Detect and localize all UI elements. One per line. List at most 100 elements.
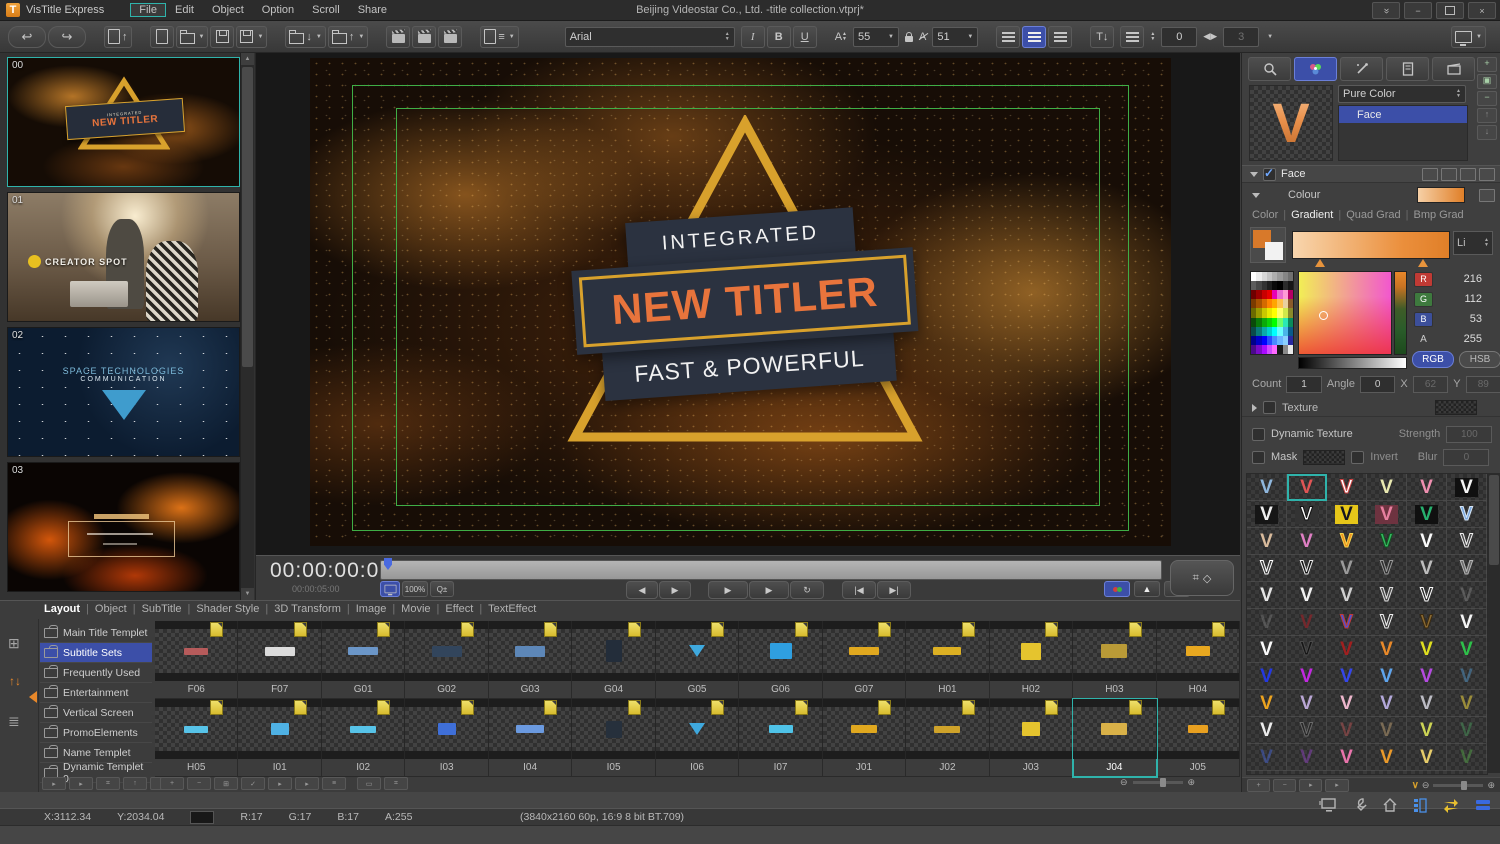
style-swatch-32[interactable]: V: [1327, 609, 1367, 636]
category-main-title-templet[interactable]: Main Title Templet: [40, 623, 152, 643]
zoom-level-button[interactable]: 100%: [402, 581, 428, 597]
zoom-slider[interactable]: [1433, 780, 1484, 790]
remove-layer-button[interactable]: −: [1477, 91, 1497, 106]
tab-library[interactable]: [1432, 57, 1475, 81]
template-j05[interactable]: J05: [1156, 699, 1241, 777]
gradient-stop[interactable]: [1314, 259, 1325, 267]
template-h02[interactable]: H02: [989, 621, 1074, 699]
collapse-list-arrow[interactable]: [29, 691, 37, 703]
scene-thumbnail-00[interactable]: 00 INTEGRATED NEW TITLER: [7, 57, 240, 187]
style-swatch-54[interactable]: V: [1247, 717, 1287, 744]
saturation-value-square[interactable]: [1298, 271, 1392, 355]
style-swatch-7[interactable]: V: [1287, 501, 1327, 528]
style-swatch-34[interactable]: V: [1407, 609, 1447, 636]
style-swatch-58[interactable]: V: [1407, 717, 1447, 744]
underline-button[interactable]: U: [792, 25, 817, 48]
style-swatch-20[interactable]: V: [1327, 555, 1367, 582]
strength-input[interactable]: 100: [1446, 425, 1493, 443]
template-grid-button[interactable]: ⊞: [214, 777, 238, 790]
go-to-end-button[interactable]: ▶|: [877, 581, 911, 599]
face-section-header[interactable]: Face: [1242, 165, 1500, 183]
template-g07[interactable]: G07: [822, 621, 907, 699]
hsb-mode-button[interactable]: HSB: [1459, 351, 1500, 368]
swatch-options-icon[interactable]: [1479, 188, 1495, 202]
texture-checkbox[interactable]: [1263, 401, 1276, 414]
count-input[interactable]: 1: [1286, 375, 1322, 393]
style-swatch-3[interactable]: V: [1367, 474, 1407, 501]
close-button[interactable]: ×: [1468, 2, 1496, 19]
style-swatch-38[interactable]: V: [1327, 636, 1367, 663]
menu-share[interactable]: Share: [349, 3, 396, 17]
style-grid-scrollbar[interactable]: [1488, 473, 1500, 773]
template-f07[interactable]: F07: [238, 621, 322, 699]
style-swatch-53[interactable]: V: [1447, 690, 1487, 717]
template-i07[interactable]: I07: [739, 699, 823, 777]
restore-button[interactable]: [1436, 2, 1464, 19]
tab-effects[interactable]: [1340, 57, 1383, 81]
reset-style-icon[interactable]: [1460, 167, 1476, 181]
open-button[interactable]: ▼: [175, 25, 209, 48]
menu-file[interactable]: File: [130, 3, 166, 17]
palette-swatch[interactable]: [1287, 290, 1293, 300]
style-swatch-57[interactable]: V: [1367, 717, 1407, 744]
style-swatch-51[interactable]: V: [1367, 690, 1407, 717]
copy-style-icon[interactable]: [1422, 167, 1438, 181]
x-input[interactable]: 62: [1412, 375, 1449, 393]
gradient-ramp[interactable]: [1292, 231, 1450, 267]
zoom-out-icon[interactable]: ⊖: [1120, 777, 1128, 788]
style-swatch-24[interactable]: V: [1247, 582, 1287, 609]
scrollbar-thumb[interactable]: [1489, 475, 1499, 565]
menu-icon[interactable]: [1479, 167, 1495, 181]
prev-frame-button[interactable]: ◀: [626, 581, 658, 599]
mask-checkbox[interactable]: [1252, 450, 1265, 464]
palette-swatch[interactable]: [1287, 272, 1293, 282]
style-swatch-44[interactable]: V: [1327, 663, 1367, 690]
more-options-dropdown[interactable]: ▼: [1267, 34, 1273, 40]
play-button[interactable]: ▶: [749, 581, 789, 599]
tab-search[interactable]: [1248, 57, 1291, 81]
style-swatch-31[interactable]: V: [1287, 609, 1327, 636]
template-h05[interactable]: H05: [155, 699, 239, 777]
package-export-button[interactable]: ↑ ▼: [327, 25, 369, 48]
second-size-select[interactable]: 51 ▼: [932, 26, 979, 47]
style-swatch-9[interactable]: V: [1367, 501, 1407, 528]
play-from-start-button[interactable]: ▶: [708, 581, 748, 599]
style-swatch-5[interactable]: V: [1447, 474, 1487, 501]
script-button[interactable]: ≡ ▼: [480, 25, 519, 48]
leading-input[interactable]: 3: [1223, 26, 1260, 47]
redo-button[interactable]: ↪: [48, 25, 86, 48]
add-layer-button[interactable]: +: [1477, 57, 1497, 72]
italic-button[interactable]: I: [740, 25, 765, 48]
import-button[interactable]: ↑: [104, 25, 132, 48]
wrench-icon[interactable]: [1352, 797, 1368, 813]
grayscale-ramp[interactable]: [1298, 357, 1407, 369]
category-promoelements[interactable]: PromoElements: [40, 723, 152, 743]
next-frame-button[interactable]: ▶: [659, 581, 691, 599]
template-action-button[interactable]: ▸: [268, 777, 292, 790]
preview-monitor-toggle[interactable]: [380, 581, 400, 597]
style-swatch-6[interactable]: V: [1247, 501, 1287, 528]
template-remove-button[interactable]: −: [187, 777, 211, 790]
style-swatch-39[interactable]: V: [1367, 636, 1407, 663]
template-i01[interactable]: I01: [238, 699, 322, 777]
panel-tab-3d-transform[interactable]: 3D Transform: [274, 603, 341, 615]
template-h01[interactable]: H01: [906, 621, 990, 699]
loop-button[interactable]: ↻: [790, 581, 824, 599]
style-swatch-12[interactable]: V: [1247, 528, 1287, 555]
template-i05[interactable]: I05: [572, 699, 656, 777]
style-swatch-50[interactable]: V: [1327, 690, 1367, 717]
style-swatch-47[interactable]: V: [1447, 663, 1487, 690]
template-g01[interactable]: G01: [321, 621, 406, 699]
palette-swatch[interactable]: [1287, 281, 1293, 291]
style-swatch-22[interactable]: V: [1407, 555, 1447, 582]
video-canvas[interactable]: INTEGRATED NEW TITLER FAST & POWERFUL: [310, 58, 1171, 546]
style-swatch-1[interactable]: V: [1287, 474, 1327, 501]
channel-view-button[interactable]: [1104, 581, 1130, 597]
tracking-input[interactable]: 0: [1161, 26, 1198, 47]
template-add-button[interactable]: +: [160, 777, 184, 790]
layer-type-select[interactable]: Pure Color ▲ ▼: [1338, 85, 1466, 103]
template-f06[interactable]: F06: [155, 621, 239, 699]
apply-style-button[interactable]: ▸: [1299, 778, 1323, 792]
playhead[interactable]: [384, 558, 392, 570]
gradient-tab-quad-grad[interactable]: Quad Grad: [1346, 209, 1400, 221]
